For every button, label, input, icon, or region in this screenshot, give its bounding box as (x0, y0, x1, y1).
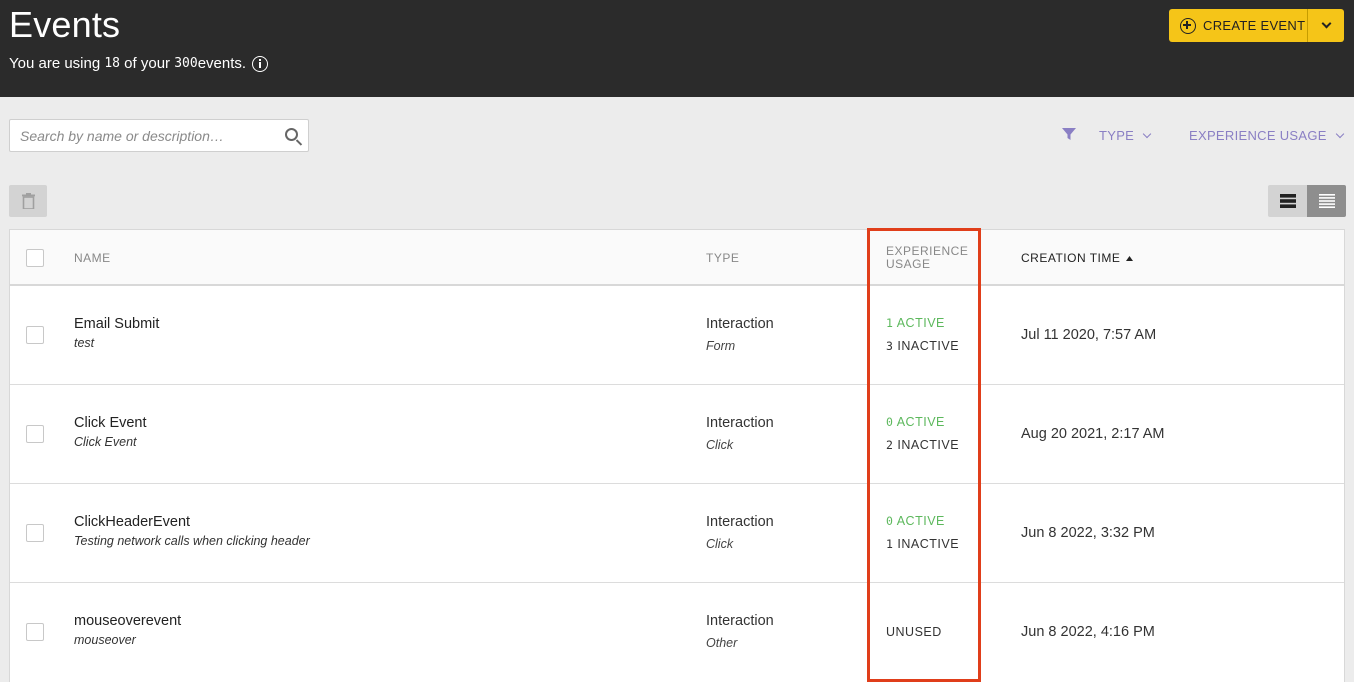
table-row[interactable]: Email Submit test Interaction Form 1 ACT… (10, 286, 1344, 385)
event-type: Interaction (706, 613, 774, 629)
row-checkbox[interactable] (26, 326, 44, 344)
detailed-view-button[interactable] (1307, 185, 1346, 217)
usage-suffix: events. (197, 55, 247, 72)
event-name[interactable]: Email Submit (74, 316, 159, 332)
creation-time: Jun 8 2022, 3:32 PM (1021, 525, 1155, 541)
event-description: test (74, 336, 95, 350)
event-subtype: Other (706, 636, 738, 650)
table-row[interactable]: Click Event Click Event Interaction Clic… (10, 385, 1344, 484)
event-description: mouseover (74, 633, 136, 647)
create-event-dropdown-button[interactable] (1307, 9, 1344, 42)
table-row[interactable]: mouseoverevent mouseover Interaction Oth… (10, 583, 1344, 682)
select-all-checkbox[interactable] (26, 249, 44, 267)
table-row[interactable]: ClickHeaderEvent Testing network calls w… (10, 484, 1344, 583)
active-label: ACTIVE (893, 514, 945, 528)
search-input[interactable] (10, 120, 270, 151)
search-icon[interactable] (285, 128, 298, 141)
event-subtype: Click (706, 438, 734, 452)
event-description: Testing network calls when clicking head… (74, 534, 310, 548)
event-description: Click Event (74, 435, 137, 449)
active-usage: 0 ACTIVE (886, 415, 945, 429)
active-usage: 1 ACTIVE (886, 316, 945, 330)
column-header-type[interactable]: TYPE (706, 251, 739, 265)
active-label: ACTIVE (893, 415, 945, 429)
row-checkbox[interactable] (26, 623, 44, 641)
compact-view-button[interactable] (1268, 185, 1307, 217)
plus-circle-icon (1180, 17, 1196, 34)
column-header-creation-time[interactable]: CREATION TIME (1021, 251, 1134, 265)
event-name[interactable]: ClickHeaderEvent (74, 514, 190, 530)
create-event-group: CREATE EVENT (1169, 9, 1344, 42)
chevron-down-icon (1321, 18, 1331, 29)
column-header-experience-usage-line1[interactable]: EXPERIENCE (886, 244, 968, 258)
type-filter-dropdown[interactable]: TYPE (1099, 128, 1152, 143)
creation-time: Aug 20 2021, 2:17 AM (1021, 426, 1165, 442)
inactive-label: INACTIVE (893, 438, 960, 452)
row-checkbox[interactable] (26, 524, 44, 542)
active-usage: 0 ACTIVE (886, 514, 945, 528)
inactive-label: INACTIVE (893, 537, 960, 551)
event-type: Interaction (706, 514, 774, 530)
inactive-usage: 2 INACTIVE (886, 438, 959, 452)
creation-time-label: CREATION TIME (1021, 251, 1121, 265)
creation-time: Jun 8 2022, 4:16 PM (1021, 624, 1155, 640)
info-icon[interactable] (252, 55, 269, 72)
compact-list-icon (1279, 194, 1296, 208)
usage-total-count: 300 (174, 56, 198, 71)
usage-used-count: 18 (104, 56, 121, 71)
usage-summary: You are using 18 of your 300 events. (9, 55, 269, 72)
inactive-usage: 3 INACTIVE (886, 339, 959, 353)
trash-icon (21, 193, 35, 209)
page-title: Events (9, 4, 121, 45)
column-header-name[interactable]: NAME (74, 251, 111, 265)
column-header-experience-usage-line2[interactable]: USAGE (886, 257, 931, 271)
search-box (9, 119, 309, 152)
page-header: Events You are using 18 of your 300 even… (0, 0, 1354, 97)
detailed-list-icon (1318, 194, 1335, 208)
type-filter-label: TYPE (1099, 128, 1135, 143)
delete-button[interactable] (9, 185, 47, 217)
chevron-down-icon (1142, 129, 1152, 139)
sort-ascending-icon (1126, 255, 1134, 261)
event-type: Interaction (706, 415, 774, 431)
create-event-label: CREATE EVENT (1203, 18, 1306, 33)
event-subtype: Form (706, 339, 736, 353)
unused-usage: UNUSED (886, 625, 942, 639)
inactive-usage: 1 INACTIVE (886, 537, 959, 551)
event-subtype: Click (706, 537, 734, 551)
event-name[interactable]: Click Event (74, 415, 147, 431)
create-event-button[interactable]: CREATE EVENT (1169, 9, 1307, 42)
event-type: Interaction (706, 316, 774, 332)
experience-usage-filter-dropdown[interactable]: EXPERIENCE USAGE (1189, 128, 1344, 143)
filter-icon[interactable] (1062, 127, 1076, 141)
table-header: NAME TYPE EXPERIENCE USAGE CREATION TIME (10, 230, 1344, 286)
active-label: ACTIVE (893, 316, 945, 330)
inactive-label: INACTIVE (893, 339, 960, 353)
view-toggle (1268, 185, 1346, 217)
usage-mid: of your (120, 55, 175, 72)
creation-time: Jul 11 2020, 7:57 AM (1021, 327, 1157, 343)
event-name[interactable]: mouseoverevent (74, 613, 181, 629)
events-table: NAME TYPE EXPERIENCE USAGE CREATION TIME… (9, 229, 1345, 682)
experience-usage-filter-label: EXPERIENCE USAGE (1189, 128, 1327, 143)
chevron-down-icon (1335, 129, 1344, 139)
usage-prefix: You are using (9, 55, 105, 72)
row-checkbox[interactable] (26, 425, 44, 443)
